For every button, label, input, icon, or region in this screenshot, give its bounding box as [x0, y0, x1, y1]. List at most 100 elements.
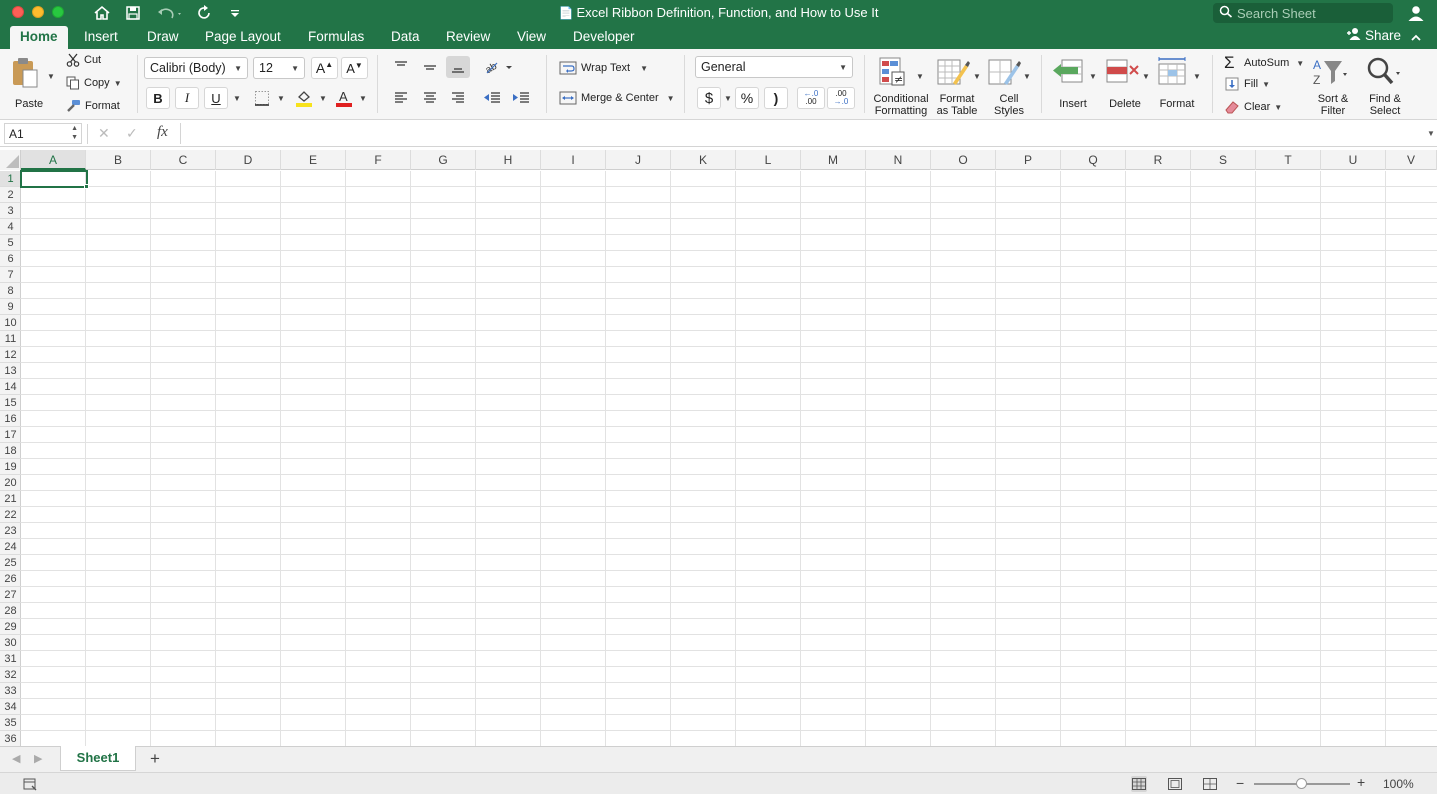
fill-button[interactable]: Fill ▼ [1224, 77, 1270, 91]
wrap-text-button[interactable]: Wrap Text ▼ [559, 61, 648, 75]
row-header[interactable]: 20 [0, 475, 21, 491]
row-header[interactable]: 30 [0, 635, 21, 651]
fill-color-dropdown-icon[interactable]: ▼ [319, 94, 327, 103]
font-color-button[interactable]: A [332, 87, 356, 109]
find-select-button[interactable]: Find & Select [1362, 54, 1408, 118]
zoom-slider-handle[interactable] [1296, 778, 1307, 789]
fill-color-button[interactable] [292, 87, 316, 109]
conditional-formatting-dropdown-icon[interactable]: ▼ [916, 72, 924, 81]
fill-handle[interactable] [84, 184, 89, 189]
underline-dropdown-icon[interactable]: ▼ [233, 94, 241, 103]
account-icon[interactable] [1406, 4, 1426, 22]
row-header[interactable]: 21 [0, 491, 21, 507]
share-button[interactable]: Share [1346, 27, 1401, 44]
increase-decimal-button[interactable]: ←.0 .00 [797, 87, 825, 109]
cell-area[interactable] [21, 171, 1437, 746]
font-size-select[interactable]: 12 ▼ [253, 57, 305, 79]
wrap-text-dropdown-icon[interactable]: ▼ [640, 64, 648, 73]
decrease-font-size-button[interactable]: A▼ [341, 57, 368, 79]
row-header[interactable]: 13 [0, 363, 21, 379]
bold-button[interactable]: B [146, 87, 170, 109]
tab-formulas[interactable]: Formulas [298, 26, 374, 49]
merge-center-dropdown-icon[interactable]: ▼ [667, 94, 675, 103]
column-header[interactable]: F [346, 150, 411, 170]
font-color-dropdown-icon[interactable]: ▼ [359, 94, 367, 103]
insert-cells-dropdown-icon[interactable]: ▼ [1089, 72, 1097, 81]
row-header[interactable]: 32 [0, 667, 21, 683]
comma-style-button[interactable]: ) [764, 87, 788, 109]
row-header[interactable]: 28 [0, 603, 21, 619]
row-header[interactable]: 8 [0, 283, 21, 299]
tab-data[interactable]: Data [381, 26, 430, 49]
row-header[interactable]: 25 [0, 555, 21, 571]
tab-page-layout[interactable]: Page Layout [195, 26, 291, 49]
align-center-button[interactable] [418, 87, 442, 109]
clear-dropdown-icon[interactable]: ▼ [1274, 103, 1282, 112]
name-box[interactable]: A1 ▲ ▼ [4, 123, 82, 144]
row-header[interactable]: 3 [0, 203, 21, 219]
row-header[interactable]: 4 [0, 219, 21, 235]
row-header[interactable]: 6 [0, 251, 21, 267]
paste-button[interactable]: ▼ Paste [10, 55, 55, 113]
row-header[interactable]: 34 [0, 699, 21, 715]
row-header[interactable]: 14 [0, 379, 21, 395]
row-header[interactable]: 33 [0, 683, 21, 699]
column-header[interactable]: D [216, 150, 281, 170]
increase-font-size-button[interactable]: A▲ [311, 57, 338, 79]
column-header[interactable]: B [86, 150, 151, 170]
decrease-indent-button[interactable] [480, 87, 504, 109]
zoom-level[interactable]: 100% [1383, 777, 1414, 791]
orientation-button[interactable]: ab [481, 56, 515, 78]
page-break-view-icon[interactable] [1202, 776, 1218, 792]
enter-check-icon[interactable]: ✓ [126, 125, 138, 142]
copy-dropdown-icon[interactable]: ▼ [114, 79, 122, 88]
column-header[interactable]: M [801, 150, 866, 170]
column-header[interactable]: A [21, 150, 86, 170]
align-middle-button[interactable] [418, 56, 442, 78]
row-header[interactable]: 10 [0, 315, 21, 331]
column-header[interactable]: P [996, 150, 1061, 170]
percent-button[interactable]: % [735, 87, 759, 109]
paste-dropdown-icon[interactable]: ▼ [47, 72, 55, 81]
cell-styles-button[interactable]: ▼ Cell Styles [986, 54, 1032, 118]
row-header[interactable]: 2 [0, 187, 21, 203]
row-header[interactable]: 35 [0, 715, 21, 731]
sheet-tab[interactable]: Sheet1 [60, 746, 136, 771]
select-all-corner[interactable] [0, 150, 21, 170]
align-top-button[interactable] [389, 56, 413, 78]
increase-indent-button[interactable] [509, 87, 533, 109]
expand-formula-bar-chevron-icon[interactable]: ▼ [1427, 129, 1435, 138]
column-header[interactable]: Q [1061, 150, 1126, 170]
cancel-icon[interactable]: ✕ [98, 125, 110, 142]
column-header[interactable]: O [931, 150, 996, 170]
row-header[interactable]: 7 [0, 267, 21, 283]
previous-sheet-icon[interactable]: ◀ [12, 752, 20, 765]
insert-cells-button[interactable]: ▼ Insert [1050, 54, 1098, 118]
column-header[interactable]: C [151, 150, 216, 170]
column-header[interactable]: V [1386, 150, 1437, 170]
collapse-ribbon-chevron-icon[interactable] [1410, 30, 1422, 48]
search-sheet[interactable] [1213, 3, 1393, 23]
insert-function-button[interactable]: fx [157, 124, 168, 141]
row-header[interactable]: 24 [0, 539, 21, 555]
delete-cells-dropdown-icon[interactable]: ▼ [1142, 72, 1150, 81]
column-header[interactable]: I [541, 150, 606, 170]
macro-record-icon[interactable] [22, 776, 38, 794]
align-bottom-button[interactable] [446, 56, 470, 78]
row-header[interactable]: 16 [0, 411, 21, 427]
align-right-button[interactable] [446, 87, 470, 109]
row-header[interactable]: 18 [0, 443, 21, 459]
borders-button[interactable] [250, 87, 274, 109]
add-sheet-button[interactable]: + [150, 749, 160, 769]
conditional-formatting-button[interactable]: ≠ ▼ Conditional Formatting [870, 54, 932, 118]
search-input[interactable] [1237, 5, 1387, 21]
merge-center-button[interactable]: Merge & Center ▼ [559, 91, 675, 105]
format-painter-button[interactable]: Format [66, 99, 120, 113]
column-header[interactable]: T [1256, 150, 1321, 170]
autosum-dropdown-icon[interactable]: ▼ [1296, 59, 1304, 68]
column-header[interactable]: K [671, 150, 736, 170]
format-as-table-button[interactable]: ▼ Format as Table [934, 54, 982, 118]
column-header[interactable]: G [411, 150, 476, 170]
tab-draw[interactable]: Draw [137, 26, 189, 49]
italic-button[interactable]: I [175, 87, 199, 109]
